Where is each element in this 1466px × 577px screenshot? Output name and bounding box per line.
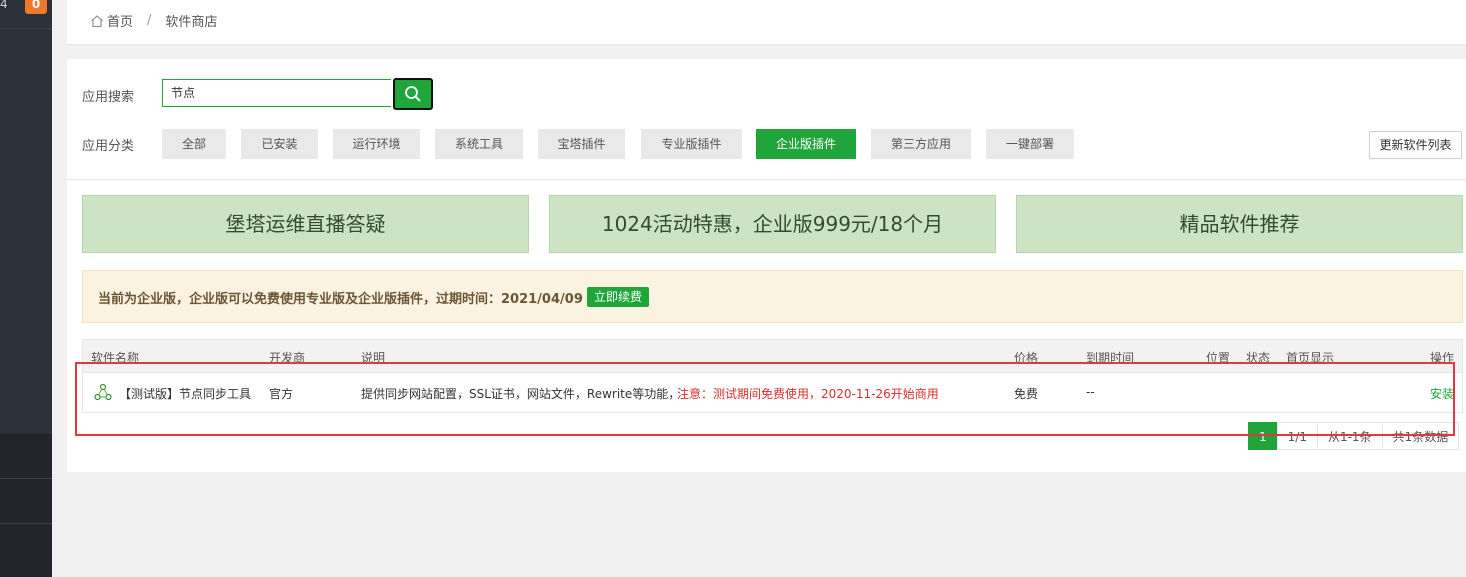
category-system-tools[interactable]: 系统工具 bbox=[435, 129, 523, 159]
category-enterprise-plugins[interactable]: 企业版插件 bbox=[756, 129, 856, 159]
sidebar: 4 0 bbox=[0, 0, 52, 577]
category-label: 应用分类 bbox=[82, 139, 135, 154]
refresh-software-list-button[interactable]: 更新软件列表 bbox=[1369, 131, 1462, 159]
search-icon bbox=[405, 86, 421, 102]
notification-badge[interactable]: 0 bbox=[25, 0, 47, 14]
category-pro-plugins[interactable]: 专业版插件 bbox=[641, 129, 742, 159]
sidebar-item[interactable] bbox=[0, 524, 52, 577]
license-notice: 当前为企业版，企业版可以免费使用专业版及企业版插件，过期时间：2021/04/0… bbox=[82, 270, 1463, 323]
divider bbox=[67, 179, 1466, 180]
search-input[interactable]: 节点 bbox=[162, 79, 391, 107]
promo-1024-sale[interactable]: 1024活动特惠，企业版999元/18个月 bbox=[549, 195, 996, 253]
category-third-party[interactable]: 第三方应用 bbox=[871, 129, 971, 159]
category-installed[interactable]: 已安装 bbox=[241, 129, 318, 159]
category-runtime[interactable]: 运行环境 bbox=[333, 129, 420, 159]
promo-live-qa[interactable]: 堡塔运维直播答疑 bbox=[82, 195, 529, 253]
home-icon bbox=[91, 14, 103, 27]
breadcrumb-current: 软件商店 bbox=[165, 15, 218, 30]
breadcrumb-bar: 首页 / 软件商店 bbox=[67, 0, 1466, 45]
breadcrumb-separator: / bbox=[147, 13, 152, 28]
search-label: 应用搜索 bbox=[82, 90, 135, 105]
sidebar-count: 4 bbox=[0, 0, 8, 11]
highlight-box bbox=[75, 362, 1455, 436]
breadcrumb-home[interactable]: 首页 bbox=[107, 11, 133, 30]
category-one-click-deploy[interactable]: 一键部署 bbox=[986, 129, 1074, 159]
sidebar-divider bbox=[0, 28, 52, 29]
sidebar-item[interactable] bbox=[0, 434, 52, 478]
sidebar-item[interactable] bbox=[0, 479, 52, 523]
renew-button[interactable]: 立即续费 bbox=[587, 287, 650, 307]
promo-recommended-software[interactable]: 精品软件推荐 bbox=[1016, 195, 1463, 253]
breadcrumb: 首页 / 软件商店 bbox=[90, 11, 217, 30]
search-button[interactable] bbox=[393, 78, 433, 110]
category-all[interactable]: 全部 bbox=[162, 129, 226, 159]
notice-text: 当前为企业版，企业版可以免费使用专业版及企业版插件，过期时间：2021/04/0… bbox=[98, 292, 583, 307]
category-bt-plugins[interactable]: 宝塔插件 bbox=[538, 129, 625, 159]
